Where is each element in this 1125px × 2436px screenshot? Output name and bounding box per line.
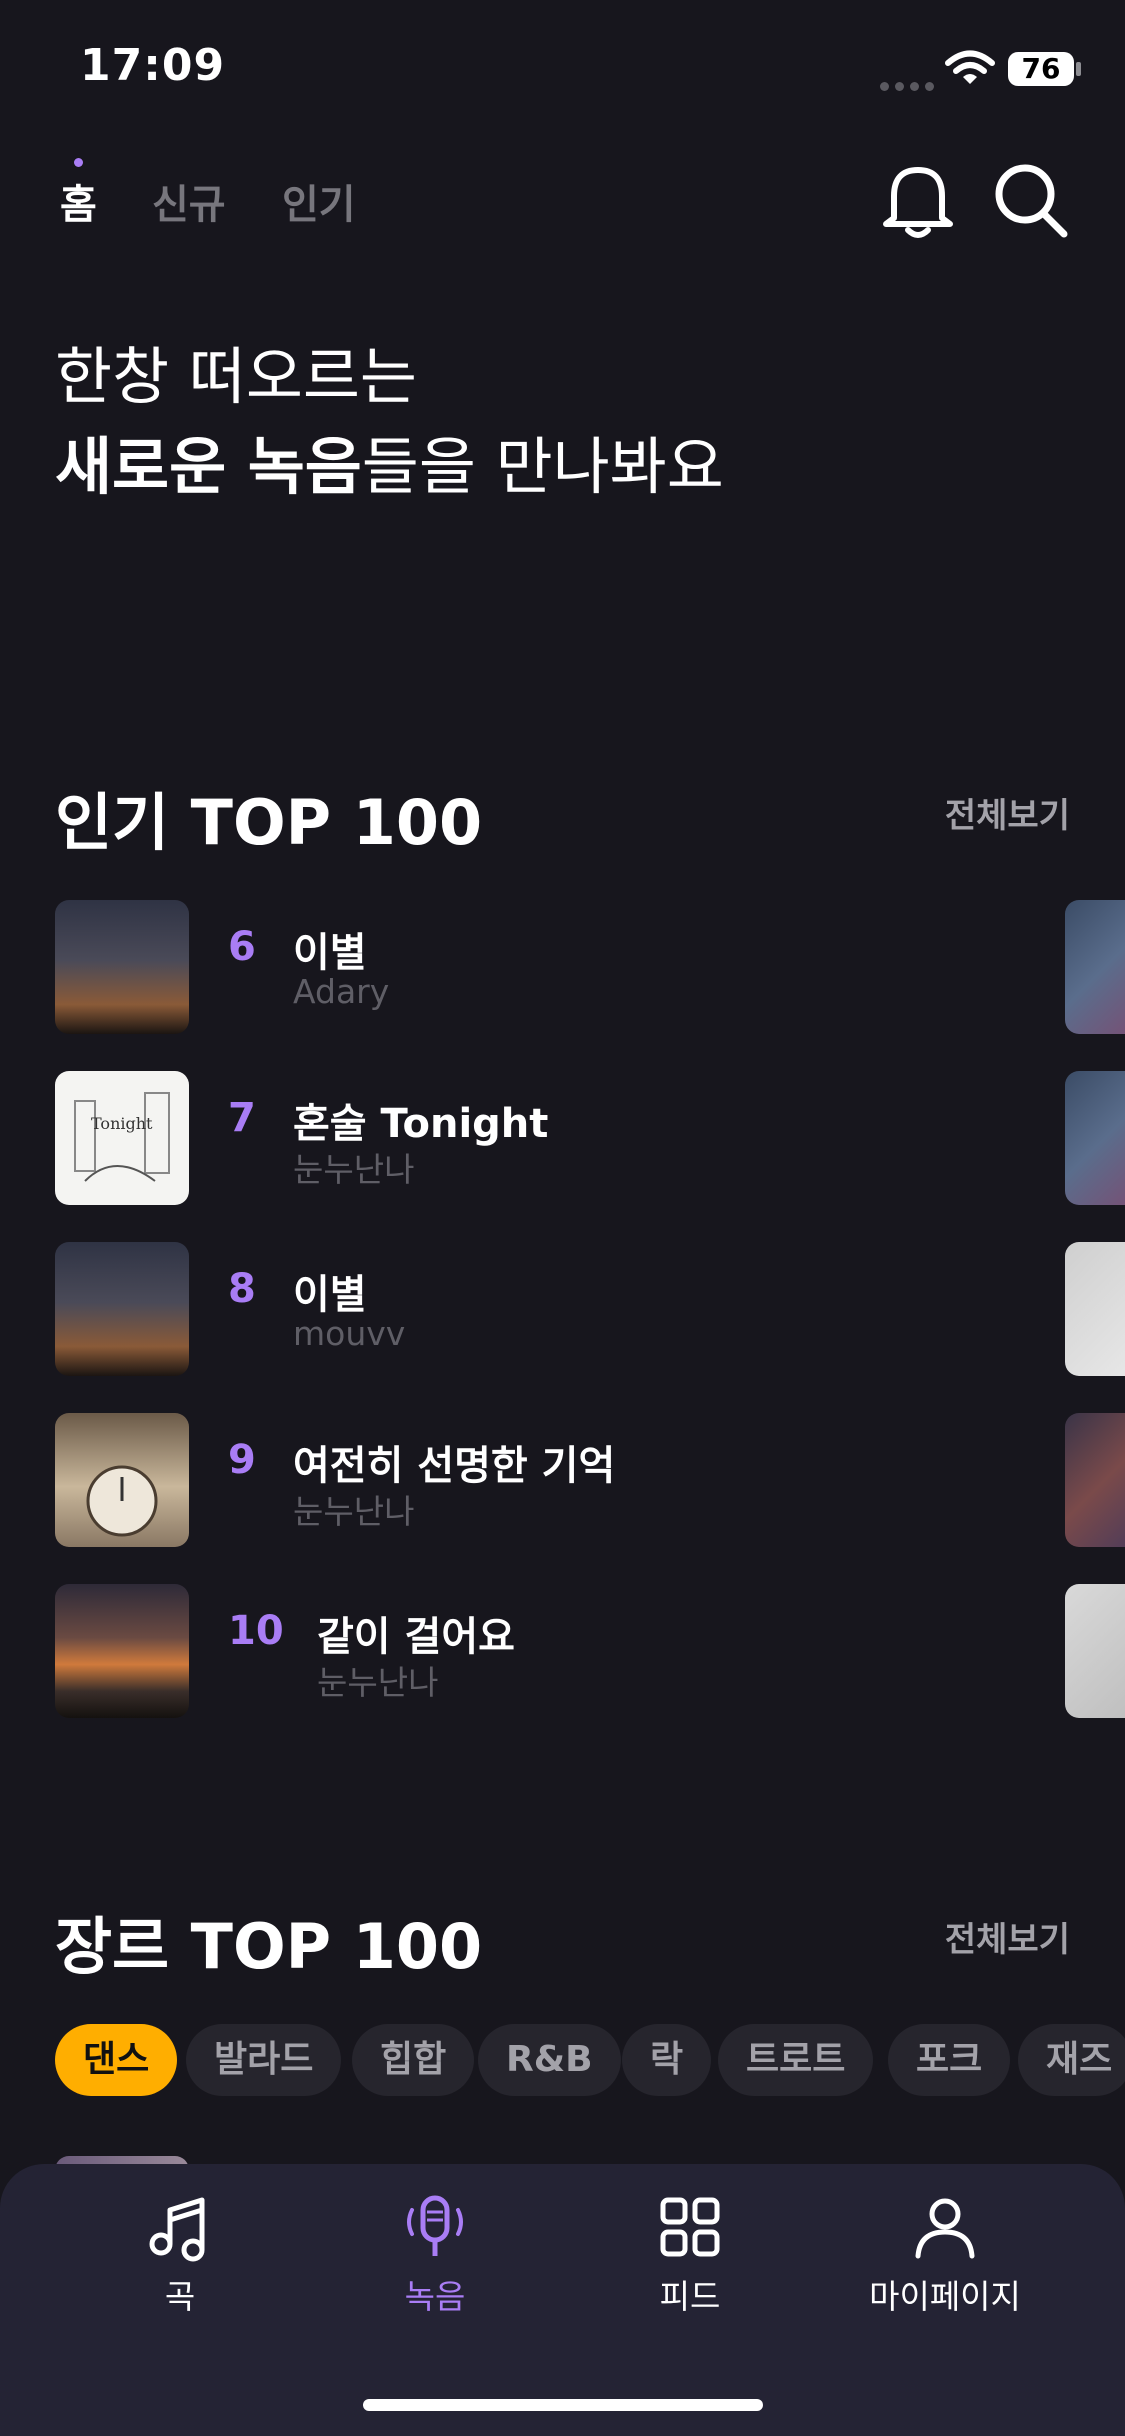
- bottom-nav: 곡 녹음 피드 마이페이지: [0, 2164, 1125, 2436]
- chart-row-6[interactable]: 6 이별 Adary: [55, 900, 1125, 1034]
- nav-recordings-label: 녹음: [404, 2277, 466, 2316]
- genre-chip-rnb[interactable]: R&B: [478, 2024, 621, 2096]
- battery-icon: 76: [1008, 52, 1074, 86]
- hero-line2-rest: 들을 만나봐요: [361, 430, 724, 503]
- tab-popular[interactable]: 인기: [282, 172, 356, 230]
- chart-row-8[interactable]: 8 이별 mouvv: [55, 1242, 1125, 1376]
- song-title: 혼술 Tonight: [293, 1101, 549, 1147]
- album-art: [55, 900, 189, 1034]
- chart-row-9[interactable]: 9 여전히 선명한 기억 눈누난나: [55, 1413, 1125, 1547]
- genre-see-all-link[interactable]: 전체보기: [945, 1912, 1070, 1961]
- next-album-art[interactable]: [1065, 1071, 1125, 1205]
- tab-new[interactable]: 신규: [152, 172, 226, 230]
- chart-row-7[interactable]: Tonight 7 혼술 Tonight 눈누난나: [55, 1071, 1125, 1205]
- nav-mypage-label: 마이페이지: [869, 2277, 1021, 2316]
- genre-chip-ballad[interactable]: 발라드: [186, 2024, 342, 2096]
- popular-section-title: 인기 TOP 100: [55, 786, 483, 859]
- song-title: 여전히 선명한 기억: [293, 1443, 616, 1489]
- microphone-icon: [407, 2195, 463, 2256]
- rank-number: 8: [228, 1266, 256, 1312]
- popular-see-all-link[interactable]: 전체보기: [945, 788, 1070, 837]
- genre-chip-folk[interactable]: 포크: [888, 2024, 1011, 2096]
- rank-number: 9: [228, 1437, 256, 1483]
- tab-home[interactable]: 홈: [60, 172, 97, 230]
- active-tab-indicator: [74, 158, 83, 167]
- svg-text:Tonight: Tonight: [91, 1114, 153, 1133]
- home-indicator: [363, 2399, 763, 2411]
- wifi-icon: [945, 50, 995, 84]
- genre-chip-jazz[interactable]: 재즈: [1018, 2024, 1125, 2096]
- album-art: [55, 1242, 189, 1376]
- chart-row-10[interactable]: 10 같이 걸어요 눈누난나: [55, 1584, 1125, 1718]
- nav-songs[interactable]: 곡: [50, 2192, 310, 2318]
- rank-number: 10: [228, 1608, 284, 1654]
- next-album-art[interactable]: [1065, 1584, 1125, 1718]
- genre-section-title: 장르 TOP 100: [55, 1910, 483, 1983]
- genre-chip-dance[interactable]: 댄스: [55, 2024, 178, 2096]
- artist-name: Adary: [293, 972, 390, 1011]
- genre-chip-trot[interactable]: 트로트: [718, 2024, 874, 2096]
- next-album-art[interactable]: [1065, 900, 1125, 1034]
- album-art: Tonight: [55, 1071, 189, 1205]
- song-title: 이별: [293, 1272, 367, 1318]
- artist-name: 눈누난나: [293, 1150, 415, 1189]
- nav-feed-label: 피드: [659, 2277, 721, 2316]
- status-time: 17:09: [80, 40, 226, 91]
- search-icon[interactable]: [992, 160, 1070, 240]
- artist-name: 눈누난나: [293, 1492, 415, 1531]
- bell-icon[interactable]: [880, 160, 956, 240]
- battery-tip: [1076, 62, 1081, 76]
- genre-chip-hiphop[interactable]: 힙합: [352, 2024, 475, 2096]
- album-art: [55, 1584, 189, 1718]
- feed-grid-icon: [660, 2197, 720, 2257]
- nav-feed[interactable]: 피드: [560, 2192, 820, 2318]
- hero-text: 한창 떠오르는 새로운 녹음들을 만나봐요: [55, 332, 724, 512]
- music-note-icon: [149, 2197, 205, 2262]
- rank-number: 6: [228, 924, 256, 970]
- hero-line2: 새로운 녹음들을 만나봐요: [55, 422, 724, 512]
- profile-icon: [915, 2198, 975, 2259]
- genre-chip-rock[interactable]: 락: [622, 2024, 712, 2096]
- nav-mypage[interactable]: 마이페이지: [815, 2192, 1075, 2318]
- artist-name: 눈누난나: [317, 1663, 439, 1702]
- song-title: 이별: [293, 930, 367, 976]
- nav-recordings[interactable]: 녹음: [305, 2192, 565, 2318]
- next-album-art[interactable]: [1065, 1413, 1125, 1547]
- album-art: [55, 1413, 189, 1547]
- artist-name: mouvv: [293, 1314, 406, 1353]
- nav-songs-label: 곡: [164, 2277, 196, 2316]
- next-album-art[interactable]: [1065, 1242, 1125, 1376]
- signal-icon: [880, 76, 940, 95]
- song-title: 같이 걸어요: [317, 1614, 515, 1660]
- rank-number: 7: [228, 1095, 256, 1141]
- hero-line2-bold: 새로운 녹음: [55, 430, 362, 503]
- hero-line1: 한창 떠오르는: [55, 340, 417, 413]
